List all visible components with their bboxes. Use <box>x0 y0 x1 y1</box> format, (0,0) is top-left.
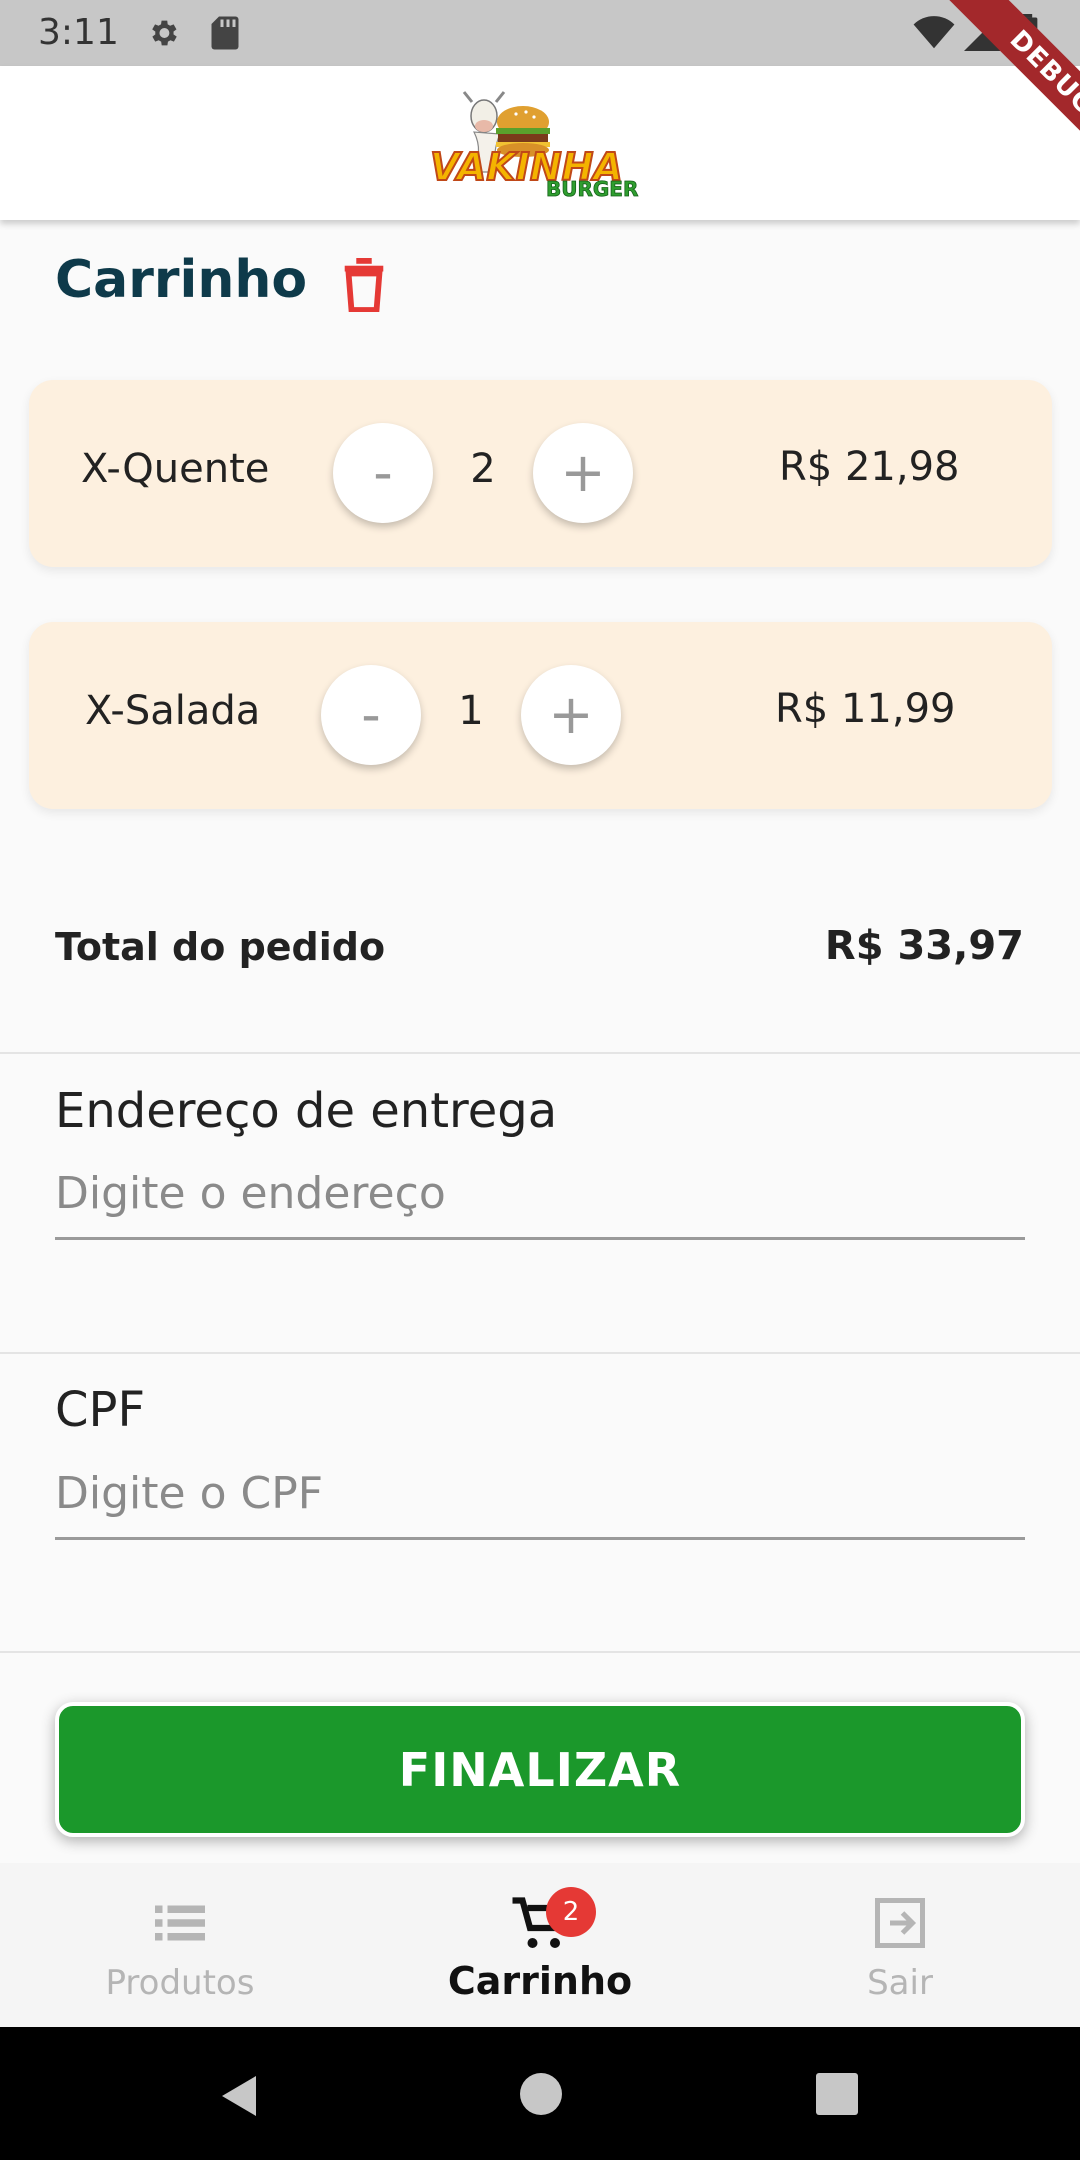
logo-text-burger: BURGER <box>546 177 638 200</box>
status-bar: 3:11 <box>0 0 1080 66</box>
nav-item-carrinho[interactable]: 2 Carrinho <box>360 1863 720 2027</box>
nav-item-sair[interactable]: Sair <box>720 1863 1080 2027</box>
divider <box>0 1651 1080 1653</box>
back-icon[interactable] <box>216 2071 264 2121</box>
divider <box>0 1352 1080 1354</box>
increment-button[interactable]: + <box>533 423 633 523</box>
vakinha-burger-logo: VAKINHA BURGER <box>429 91 639 200</box>
cart-item-card: X-Quente - 2 + R$ 21,98 <box>29 380 1052 567</box>
list-icon <box>155 1905 205 1941</box>
recent-apps-icon[interactable] <box>816 2073 858 2115</box>
exit-icon <box>875 1898 925 1948</box>
cpf-input[interactable] <box>55 1450 1025 1540</box>
status-time: 3:11 <box>38 12 119 53</box>
item-price: R$ 21,98 <box>779 444 960 490</box>
gear-icon <box>152 20 177 46</box>
nav-label: Produtos <box>105 1963 255 2003</box>
item-name: X-Quente <box>81 446 270 492</box>
decrement-button[interactable]: - <box>333 423 433 523</box>
nav-item-produtos[interactable]: Produtos <box>0 1863 360 2027</box>
trash-icon[interactable] <box>342 258 386 312</box>
item-price: R$ 11,99 <box>775 686 956 732</box>
wifi-icon <box>913 16 955 49</box>
cart-count-badge: 2 <box>546 1887 596 1937</box>
page-title: Carrinho <box>55 250 308 310</box>
nav-label: Sair <box>867 1963 933 2003</box>
finalize-button[interactable]: FINALIZAR <box>55 1702 1025 1837</box>
address-label: Endereço de entrega <box>55 1083 558 1139</box>
address-input[interactable] <box>55 1150 1025 1240</box>
cart-item-card: X-Salada - 1 + R$ 11,99 <box>29 622 1052 809</box>
cpf-label: CPF <box>55 1382 146 1438</box>
decrement-button[interactable]: - <box>321 665 421 765</box>
increment-button[interactable]: + <box>521 665 621 765</box>
bottom-navigation: Produtos 2 Carrinho Sair <box>0 1863 1080 2027</box>
quantity-value: 1 <box>458 688 484 734</box>
sd-card-icon <box>211 16 239 50</box>
total-value: R$ 33,97 <box>824 923 1024 969</box>
total-label: Total do pedido <box>55 925 386 969</box>
nav-label: Carrinho <box>447 1959 633 2003</box>
app-bar: VAKINHA BURGER <box>0 66 1080 220</box>
system-navigation-bar <box>0 2027 1080 2160</box>
item-name: X-Salada <box>85 688 261 734</box>
divider <box>0 1052 1080 1054</box>
home-icon[interactable] <box>520 2073 562 2115</box>
quantity-value: 2 <box>470 446 496 492</box>
